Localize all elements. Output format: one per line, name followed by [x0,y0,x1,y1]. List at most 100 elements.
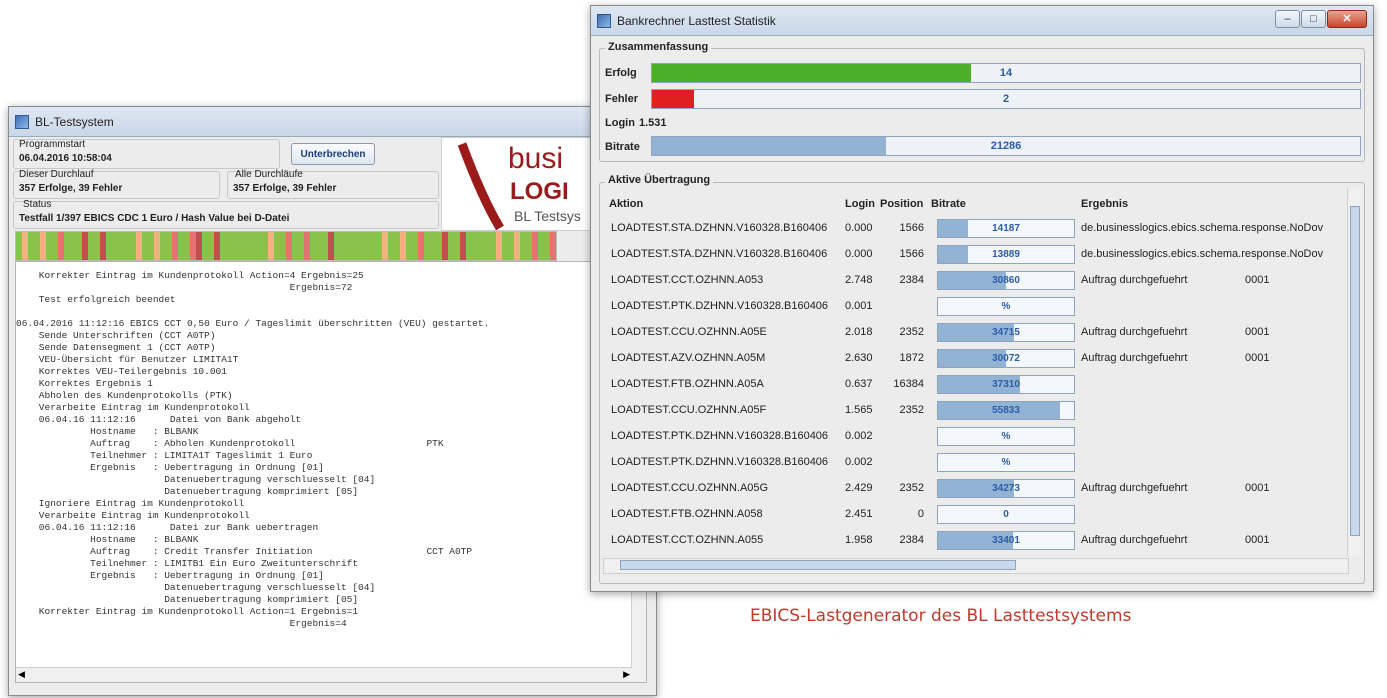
cell-position: 1872 [899,352,924,364]
table-row[interactable]: LOADTEST.CCU.OZHNN.A05E 2.018 2352 34715 Auf… [605,320,1331,346]
cell-login: 2.630 [845,352,873,364]
cell-position: 1566 [899,222,924,234]
cell-bitrate-bar: 55833 [937,401,1075,420]
col-aktion-header[interactable]: Aktion [609,198,643,210]
table-row[interactable]: LOADTEST.FTB.OZHNN.A05A 0.637 16384 37310 [605,372,1331,398]
left-titlebar[interactable]: BL-Testsystem – [9,107,656,137]
status-label: Status [23,199,52,210]
image-caption: EBICS-Lastgenerator des BL Lasttestsyste… [750,606,1132,626]
scroll-left-icon[interactable]: ◀ [18,669,25,680]
active-transfer-legend: Aktive Übertragung [605,174,714,186]
table-row[interactable]: LOADTEST.PTK.DZHNN.V160328.B160406 0.002% [605,424,1331,450]
erfolg-row: Erfolg [605,62,651,84]
cell-position: 0 [917,508,924,520]
table-row[interactable]: LOADTEST.STA.DZHNN.V160328.B160406 0.000 1… [605,216,1331,242]
cell-bitrate: 30860 [992,275,1020,286]
fehler-value: 2 [1002,93,1010,105]
summary-legend: Zusammenfassung [605,41,712,53]
left-window-title: BL-Testsystem [35,114,114,129]
cell-login: 2.018 [845,326,873,338]
cell-position: 2384 [899,534,924,546]
cell-bitrate-bar: % [937,297,1075,316]
cell-ergebnis: Auftrag durchgefuehrt [1081,274,1188,286]
console-horizontal-scrollbar[interactable]: ◀ ▶ [16,667,632,682]
table-row[interactable]: LOADTEST.CCU.OZHNN.A05G 2.429 2352 34273 Auf… [605,476,1331,502]
cell-login: 1.565 [845,404,873,416]
cell-login: 0.000 [845,222,873,234]
cell-position: 2384 [899,274,924,286]
cell-bitrate-bar: % [937,427,1075,446]
cell-aktion: LOADTEST.CCU.OZHNN.A05F [611,404,767,416]
cell-bitrate-bar: 34715 [937,323,1075,342]
scroll-right-icon[interactable]: ▶ [623,669,630,680]
table-row[interactable]: LOADTEST.CCT.OZHNN.A055 1.958 2384 33401 Auf… [605,528,1331,554]
table-row[interactable]: LOADTEST.PTK.DZHNN.V160328.B160406 0.002% [605,450,1331,476]
cell-bitrate: 33401 [992,535,1020,546]
cell-bitrate-bar: 37310 [937,375,1075,394]
table-row[interactable]: LOADTEST.PTK.DZHNN.V160328.B160406 0.001% [605,294,1331,320]
table-hscroll-thumb[interactable] [620,560,1016,570]
logo-subtitle: BL Testsys [514,208,581,224]
table-vertical-scrollbar[interactable] [1347,188,1362,556]
close-button[interactable]: ✕ [1327,10,1367,28]
cell-ergebnis: Auftrag durchgefuehrt [1081,534,1188,546]
table-horizontal-scrollbar[interactable] [603,558,1349,574]
cell-login: 0.001 [845,300,873,312]
cell-aktion: LOADTEST.STA.DZHNN.V160328.B160406 [611,222,828,234]
lasttest-statistik-window: Bankrechner Lasttest Statistik – □ ✕ Zus… [590,5,1374,592]
status-value: Testfall 1/397 EBICS CDC 1 Euro / Hash V… [19,213,290,224]
col-ergebnis-header[interactable]: Ergebnis [1081,198,1128,210]
cell-aktion: LOADTEST.CCT.OZHNN.A053 [611,274,764,286]
cell-aktion: LOADTEST.CCU.OZHNN.A05G [611,482,769,494]
table-row[interactable]: LOADTEST.FTB.OZHNN.A058 2.451 0 0 [605,502,1331,528]
cell-bitrate: 0 [1003,509,1009,520]
table-row[interactable]: LOADTEST.CCT.OZHNN.A053 2.748 2384 30860 Auf… [605,268,1331,294]
test-result-strip [15,231,557,261]
cell-code: 0001 [1245,352,1270,364]
table-row[interactable]: LOADTEST.STA.DZHNN.V160328.B160406 0.000 1… [605,242,1331,268]
table-row[interactable]: LOADTEST.AZV.OZHNN.A05M 2.630 1872 30072 Auf… [605,346,1331,372]
cell-login: 0.002 [845,456,873,468]
cell-aktion: LOADTEST.AZV.OZHNN.A05M [611,352,766,364]
cell-bitrate: 30072 [992,353,1020,364]
cell-ergebnis: Auftrag durchgefuehrt [1081,352,1188,364]
maximize-button[interactable]: □ [1301,10,1326,28]
cell-position: 1566 [899,248,924,260]
cell-bitrate: 13889 [992,249,1020,260]
cell-bitrate: % [1001,301,1011,312]
cell-bitrate: 55833 [992,405,1020,416]
businesslogics-logo: busi LOGI BL Testsys [441,137,593,231]
cell-bitrate: 14187 [992,223,1020,234]
cell-position: 2352 [899,326,924,338]
cell-position: 2352 [899,482,924,494]
logo-text-bottom: LOGI [510,178,569,205]
cell-code: 0001 [1245,534,1270,546]
bitrate-row: Bitrate [605,136,651,158]
cell-ergebnis: de.businesslogics.ebics.schema.response.… [1081,248,1324,260]
cell-ergebnis: Auftrag durchgefuehrt [1081,326,1188,338]
col-position-header[interactable]: Position [880,198,923,210]
log-console[interactable]: Korrekter Eintrag im Kundenprotokoll Act… [15,261,647,683]
table-row[interactable]: LOADTEST.CCU.OZHNN.A05F 1.565 2352 55833 [605,398,1331,424]
col-bitrate-header[interactable]: Bitrate [931,198,966,210]
fehler-label: Fehler [605,93,639,105]
cell-bitrate-bar: 34273 [937,479,1075,498]
cell-bitrate: % [1001,457,1011,468]
right-window-controls: – □ ✕ [1274,10,1367,28]
minimize-button[interactable]: – [1275,10,1300,28]
cell-login: 0.637 [845,378,873,390]
cell-login: 2.748 [845,274,873,286]
programmstart-label: Programmstart [19,139,86,150]
cell-bitrate-bar: 30860 [937,271,1075,290]
right-titlebar[interactable]: Bankrechner Lasttest Statistik – □ ✕ [591,6,1373,36]
cell-login: 0.000 [845,248,873,260]
cell-code: 0001 [1245,326,1270,338]
cell-position: 2352 [899,404,924,416]
interrupt-button[interactable]: Unterbrechen [291,143,375,165]
cell-aktion: LOADTEST.CCU.OZHNN.A05E [611,326,767,338]
cell-bitrate: % [1001,431,1011,442]
cell-bitrate-bar: % [937,453,1075,472]
result-stripe [550,232,556,260]
col-login-header[interactable]: Login [845,198,875,210]
table-scroll-thumb[interactable] [1350,206,1360,536]
